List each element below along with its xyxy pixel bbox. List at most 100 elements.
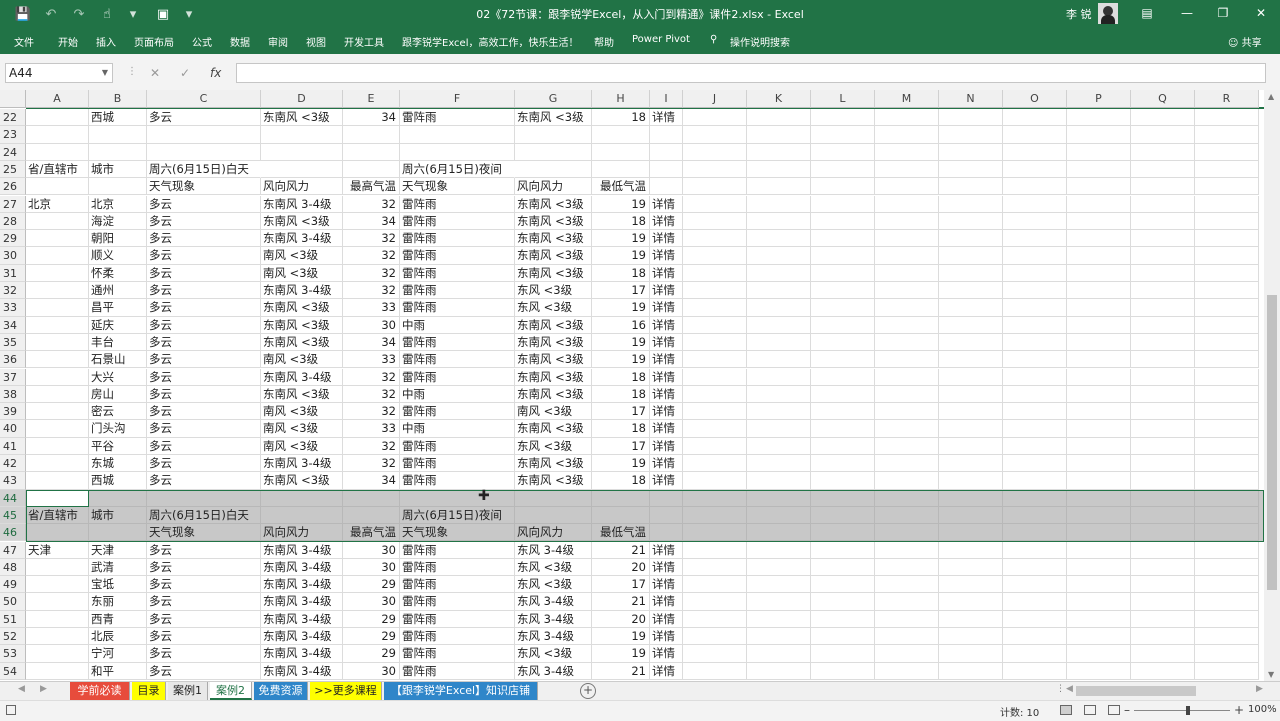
cell-K39[interactable] (747, 403, 811, 421)
cell-C30[interactable]: 多云 (147, 247, 261, 265)
cell-I28[interactable]: 详情 (650, 212, 683, 231)
cell-E27[interactable]: 32 (343, 195, 400, 213)
cell-P25[interactable] (1067, 160, 1131, 179)
cell-K42[interactable] (747, 455, 811, 473)
cell-F35[interactable]: 雷阵雨 (400, 333, 515, 352)
cell-J45[interactable] (683, 506, 747, 525)
cell-R38[interactable] (1195, 385, 1259, 404)
cell-C51[interactable]: 多云 (147, 610, 261, 628)
cell-C26[interactable]: 天气现象 (147, 178, 261, 196)
cell-M52[interactable] (875, 628, 939, 646)
zoom-in-icon[interactable]: + (1234, 703, 1244, 717)
cell-N43[interactable] (939, 472, 1003, 490)
cell-O26[interactable] (1003, 178, 1067, 196)
row-header[interactable]: 53 (0, 645, 26, 663)
cell-O53[interactable] (1003, 645, 1067, 663)
cell-I29[interactable]: 详情 (650, 230, 683, 248)
cell-I48[interactable]: 详情 (650, 558, 683, 577)
row-header[interactable]: 46 (0, 524, 26, 542)
row-header[interactable]: 35 (0, 333, 26, 352)
cell-J36[interactable] (683, 351, 747, 369)
cell-Q53[interactable] (1131, 645, 1195, 663)
cell-R40[interactable] (1195, 420, 1259, 438)
cell-M23[interactable] (875, 126, 939, 144)
cell-P39[interactable] (1067, 403, 1131, 421)
cell-C35[interactable]: 多云 (147, 333, 261, 352)
cell-J24[interactable] (683, 143, 747, 161)
cell-G31[interactable]: 东南风 <3级 (515, 264, 592, 282)
cell-P45[interactable] (1067, 506, 1131, 525)
row-header[interactable]: 32 (0, 282, 26, 300)
cell-O42[interactable] (1003, 455, 1067, 473)
cell-H53[interactable]: 19 (592, 645, 650, 663)
cell-B24[interactable] (89, 143, 147, 161)
cell-Q28[interactable] (1131, 212, 1195, 231)
cell-D30[interactable]: 南风 <3级 (261, 247, 343, 265)
cell-A22[interactable] (26, 109, 89, 127)
tab-view[interactable]: 视图 (306, 34, 326, 49)
cell-Q44[interactable] (1131, 489, 1195, 507)
cell-C40[interactable]: 多云 (147, 420, 261, 438)
cell-H37[interactable]: 18 (592, 368, 650, 386)
cell-D52[interactable]: 东南风 3-4级 (261, 628, 343, 646)
cell-B51[interactable]: 西青 (89, 610, 147, 628)
cell-P43[interactable] (1067, 472, 1131, 490)
cell-M50[interactable] (875, 593, 939, 611)
cell-E30[interactable]: 32 (343, 247, 400, 265)
cell-M31[interactable] (875, 264, 939, 282)
cell-C39[interactable]: 多云 (147, 403, 261, 421)
cell-H34[interactable]: 16 (592, 316, 650, 334)
cell-B48[interactable]: 武清 (89, 558, 147, 577)
vertical-scroll-thumb[interactable] (1267, 295, 1277, 590)
cell-J34[interactable] (683, 316, 747, 334)
cell-P33[interactable] (1067, 299, 1131, 317)
cell-C53[interactable]: 多云 (147, 645, 261, 663)
cell-G33[interactable]: 东风 <3级 (515, 299, 592, 317)
cell-E36[interactable]: 33 (343, 351, 400, 369)
cell-H27[interactable]: 19 (592, 195, 650, 213)
cell-E25[interactable] (343, 160, 400, 179)
cell-P41[interactable] (1067, 437, 1131, 455)
cell-I50[interactable]: 详情 (650, 593, 683, 611)
cell-K32[interactable] (747, 282, 811, 300)
cell-D23[interactable] (261, 126, 343, 144)
cell-G26[interactable]: 风向风力 (515, 178, 592, 196)
row-header[interactable]: 38 (0, 385, 26, 404)
cell-O31[interactable] (1003, 264, 1067, 282)
cell-P29[interactable] (1067, 230, 1131, 248)
row-header[interactable]: 37 (0, 368, 26, 386)
cell-F23[interactable] (400, 126, 515, 144)
cell-D51[interactable]: 东南风 3-4级 (261, 610, 343, 628)
row-header[interactable]: 39 (0, 403, 26, 421)
cell-E28[interactable]: 34 (343, 212, 400, 231)
column-header-Q[interactable]: Q (1131, 90, 1195, 108)
row-header[interactable]: 49 (0, 576, 26, 594)
cell-I26[interactable] (650, 178, 683, 196)
cell-J51[interactable] (683, 610, 747, 628)
cell-L29[interactable] (811, 230, 875, 248)
cell-Q35[interactable] (1131, 333, 1195, 352)
cell-J37[interactable] (683, 368, 747, 386)
zoom-slider[interactable] (1134, 710, 1230, 711)
cell-R50[interactable] (1195, 593, 1259, 611)
cell-E38[interactable]: 32 (343, 385, 400, 404)
cell-N24[interactable] (939, 143, 1003, 161)
cell-O45[interactable] (1003, 506, 1067, 525)
cell-M27[interactable] (875, 195, 939, 213)
cell-P31[interactable] (1067, 264, 1131, 282)
cell-R22[interactable] (1195, 109, 1259, 127)
cell-N39[interactable] (939, 403, 1003, 421)
cell-G30[interactable]: 东南风 <3级 (515, 247, 592, 265)
cell-O46[interactable] (1003, 524, 1067, 542)
cell-O35[interactable] (1003, 333, 1067, 352)
cell-O50[interactable] (1003, 593, 1067, 611)
cell-H49[interactable]: 17 (592, 576, 650, 594)
cell-P23[interactable] (1067, 126, 1131, 144)
cell-L27[interactable] (811, 195, 875, 213)
cell-N29[interactable] (939, 230, 1003, 248)
cell-I45[interactable] (650, 506, 683, 525)
cell-E32[interactable]: 32 (343, 282, 400, 300)
column-header-L[interactable]: L (811, 90, 875, 108)
cell-F41[interactable]: 雷阵雨 (400, 437, 515, 455)
page-layout-view-icon[interactable] (1084, 705, 1096, 715)
